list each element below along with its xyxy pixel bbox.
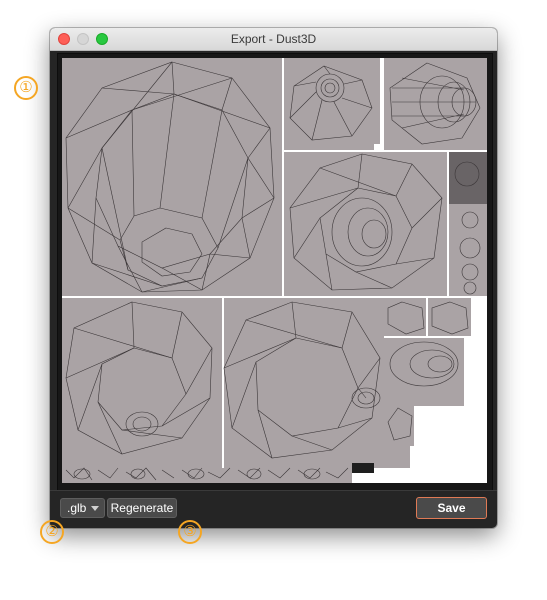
texture-preview [62, 58, 487, 483]
annotation-marker-1: ① [14, 76, 38, 100]
regenerate-button[interactable]: Regenerate [107, 498, 177, 518]
texture-atlas-image [62, 58, 487, 483]
chevron-down-icon [91, 506, 99, 511]
window-title: Export - Dust3D [230, 32, 317, 46]
title-bar: Export - Dust3D [50, 28, 497, 51]
annotation-marker-2: ② [40, 520, 64, 544]
save-button[interactable]: Save [416, 497, 487, 519]
annotation-marker-3: ③ [178, 520, 202, 544]
format-dropdown[interactable]: .glb [60, 498, 105, 518]
toolbar-divider [50, 490, 497, 491]
format-dropdown-value: .glb [67, 501, 87, 515]
